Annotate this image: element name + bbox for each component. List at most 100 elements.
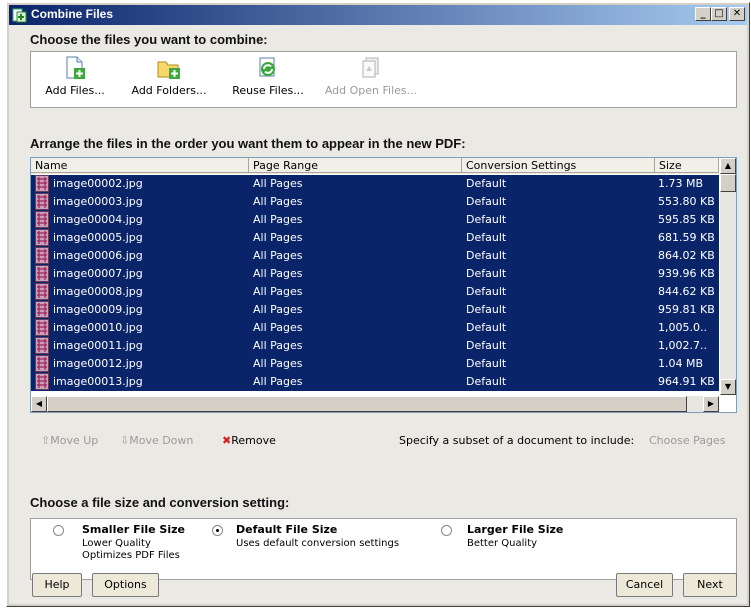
image-file-icon	[35, 337, 49, 354]
page-range: All Pages	[253, 231, 303, 244]
default-size-title: Default File Size	[236, 523, 338, 536]
table-row[interactable]: image00013.jpg All Pages Default 964.91 KB	[31, 373, 719, 391]
close-button[interactable]: ✕	[729, 7, 745, 21]
image-file-icon	[35, 247, 49, 264]
table-row[interactable]: image00009.jpg All Pages Default 959.81 KB	[31, 301, 719, 319]
page-range: All Pages	[253, 195, 303, 208]
file-name: image00013.jpg	[53, 375, 143, 388]
table-row[interactable]: image00005.jpg All Pages Default 681.59 KB	[31, 229, 719, 247]
default-size-radio[interactable]	[212, 525, 223, 536]
file-size-heading: Choose a file size and conversion settin…	[30, 495, 290, 510]
image-file-icon	[35, 283, 49, 300]
minimize-button[interactable]: _	[695, 7, 711, 21]
file-size: 553.80 KB	[658, 195, 715, 208]
file-size: 939.96 KB	[658, 267, 715, 280]
larger-size-line1: Better Quality	[467, 538, 538, 549]
page-range: All Pages	[253, 375, 303, 388]
file-name: image00010.jpg	[53, 321, 143, 334]
add-files-label: Add Files...	[45, 84, 105, 97]
file-size: 964.91 KB	[658, 375, 715, 388]
cancel-button[interactable]: Cancel	[616, 573, 673, 597]
table-row[interactable]: image00004.jpg All Pages Default 595.85 KB	[31, 211, 719, 229]
add-open-files-icon	[362, 57, 379, 78]
default-size-line1: Uses default conversion settings	[236, 538, 400, 549]
remove-label: Remove	[231, 434, 276, 447]
next-button[interactable]: Next	[683, 573, 737, 597]
file-name: image00005.jpg	[53, 231, 143, 244]
arrange-files-heading: Arrange the files in the order you want …	[30, 136, 466, 151]
file-name: image00008.jpg	[53, 285, 143, 298]
table-row[interactable]: image00008.jpg All Pages Default 844.62 KB	[31, 283, 719, 301]
add-file-icon	[66, 56, 85, 79]
page-range: All Pages	[253, 249, 303, 262]
add-open-files-label: Add Open Files...	[324, 84, 418, 97]
scroll-left-icon[interactable]: ◀	[31, 396, 47, 412]
maximize-button[interactable]: □	[711, 7, 727, 21]
add-files-button[interactable]: Add Files...	[39, 56, 111, 104]
image-file-icon	[35, 373, 49, 390]
table-row[interactable]: image00011.jpg All Pages Default 1,002.7..	[31, 337, 719, 355]
col-conversion-settings[interactable]: Conversion Settings	[462, 158, 655, 173]
page-range: All Pages	[253, 177, 303, 190]
scroll-right-icon[interactable]: ▶	[703, 396, 719, 412]
conversion-setting: Default	[466, 357, 507, 370]
choose-files-heading: Choose the files you want to combine:	[30, 32, 268, 47]
title-bar[interactable]: Combine Files _ □ ✕	[9, 5, 747, 25]
file-size: 1,002.7..	[658, 339, 707, 352]
move-down-button[interactable]: ⇩Move Down	[120, 434, 193, 447]
image-file-icon	[35, 193, 49, 210]
scroll-down-icon[interactable]: ▼	[720, 379, 736, 395]
file-size: 595.85 KB	[658, 213, 715, 226]
choose-pages-button[interactable]: Choose Pages	[649, 434, 725, 447]
add-folder-icon	[157, 61, 180, 79]
conversion-setting: Default	[466, 213, 507, 226]
list-header: Name Page Range Conversion Settings Size	[31, 158, 719, 174]
table-row[interactable]: image00003.jpg All Pages Default 553.80 KB	[31, 193, 719, 211]
file-size: 1.73 MB	[658, 177, 704, 190]
vertical-scroll-thumb[interactable]	[720, 174, 736, 192]
move-up-label: Move Up	[50, 434, 99, 447]
table-row[interactable]: image00006.jpg All Pages Default 864.02 KB	[31, 247, 719, 265]
table-row[interactable]: image00007.jpg All Pages Default 939.96 KB	[31, 265, 719, 283]
conversion-setting: Default	[466, 321, 507, 334]
col-name[interactable]: Name	[31, 158, 249, 173]
remove-x-icon: ✖	[222, 434, 232, 447]
file-name: image00007.jpg	[53, 267, 143, 280]
add-folders-button[interactable]: Add Folders...	[129, 56, 209, 104]
reuse-files-label: Reuse Files...	[232, 84, 304, 97]
file-size: 681.59 KB	[658, 231, 715, 244]
arrow-up-icon: ⇧	[41, 434, 51, 447]
col-page-range[interactable]: Page Range	[249, 158, 462, 173]
smaller-size-radio[interactable]	[53, 525, 64, 536]
horizontal-scroll-thumb[interactable]	[47, 396, 687, 412]
conversion-setting: Default	[466, 303, 507, 316]
table-row[interactable]: image00012.jpg All Pages Default 1.04 MB	[31, 355, 719, 373]
table-row[interactable]: image00010.jpg All Pages Default 1,005.0..	[31, 319, 719, 337]
conversion-setting: Default	[466, 249, 507, 262]
conversion-setting: Default	[466, 267, 507, 280]
combine-files-window: Combine Files _ □ ✕ Choose the files you…	[6, 2, 750, 607]
page-range: All Pages	[253, 213, 303, 226]
combine-app-icon	[12, 8, 27, 23]
larger-size-radio[interactable]	[441, 525, 452, 536]
larger-size-title: Larger File Size	[467, 523, 564, 536]
help-button[interactable]: Help	[32, 573, 82, 597]
page-range: All Pages	[253, 285, 303, 298]
file-name: image00002.jpg	[53, 177, 143, 190]
scroll-up-icon[interactable]: ▲	[720, 158, 736, 174]
reuse-files-button[interactable]: Reuse Files...	[227, 56, 309, 104]
col-size[interactable]: Size	[655, 158, 719, 173]
options-button[interactable]: Options	[92, 573, 159, 597]
add-open-files-button[interactable]: Add Open Files...	[321, 56, 421, 104]
remove-button[interactable]: ✖Remove	[222, 434, 276, 447]
horizontal-scrollbar[interactable]: ◀ ▶	[31, 396, 719, 412]
file-name: image00006.jpg	[53, 249, 143, 262]
table-row[interactable]: image00002.jpg All Pages Default 1.73 MB	[31, 175, 719, 193]
reuse-files-icon	[259, 57, 275, 77]
page-range: All Pages	[253, 303, 303, 316]
vertical-scrollbar[interactable]: ▲ ▼	[720, 158, 736, 395]
conversion-setting: Default	[466, 339, 507, 352]
image-file-icon	[35, 211, 49, 228]
image-file-icon	[35, 355, 49, 372]
move-up-button[interactable]: ⇧Move Up	[41, 434, 98, 447]
